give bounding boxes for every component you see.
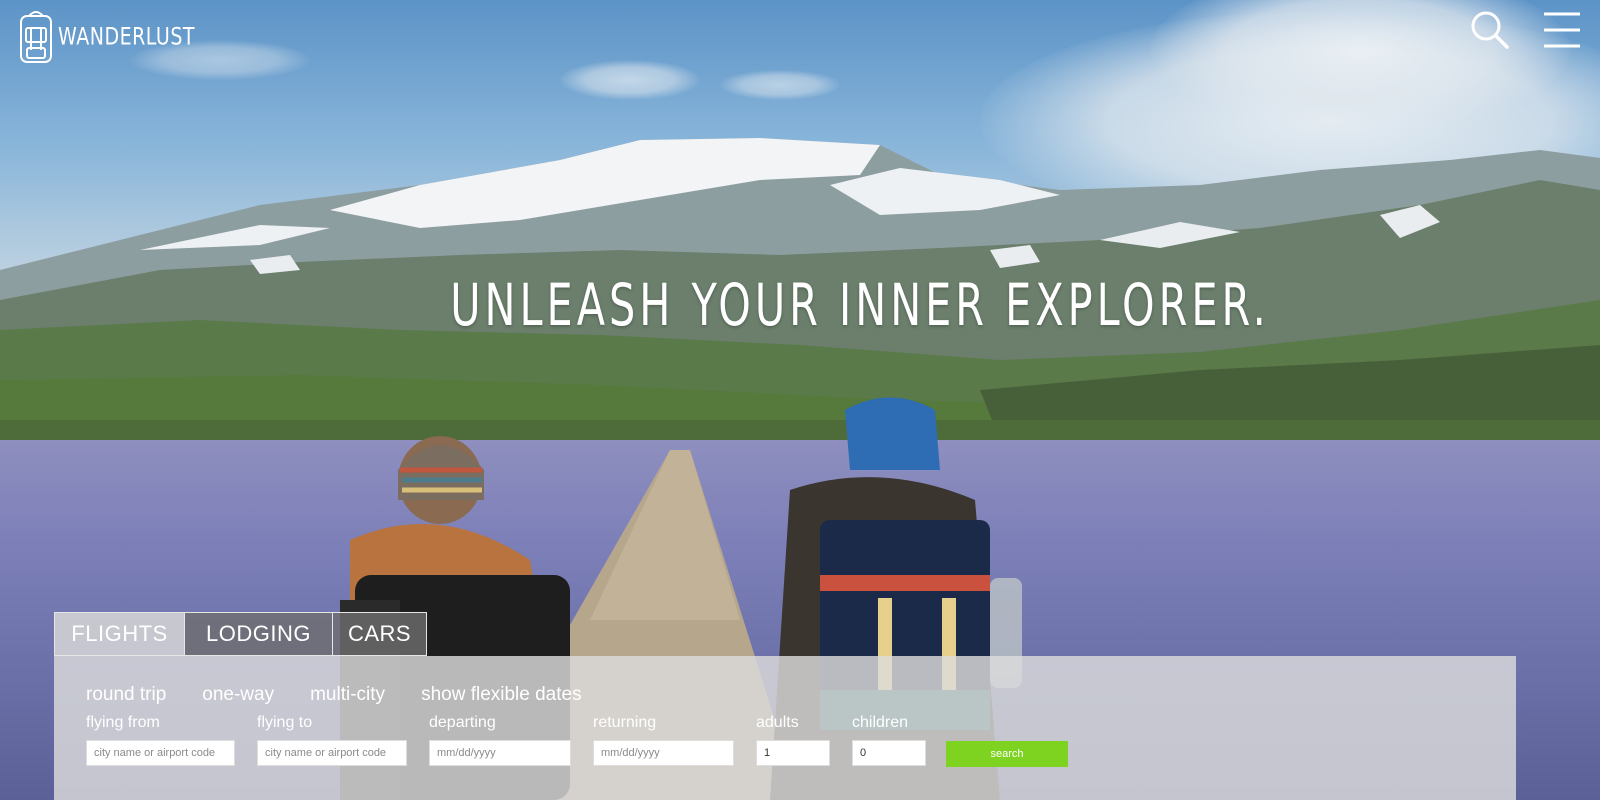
brand-logo[interactable]: WANDERLUST [18,10,195,64]
tab-flights[interactable]: FLIGHTS [54,612,185,656]
search-button[interactable] [1468,8,1512,52]
search-icon [1471,11,1509,49]
backpack-logo-icon [20,11,52,63]
flying-to-label: flying to [257,714,313,731]
trip-type-options: round trip one-way multi-city show flexi… [86,684,618,706]
departing-label: departing [429,714,496,731]
children-input[interactable] [852,740,926,766]
trip-round-trip[interactable]: round trip [86,684,166,706]
tab-cars[interactable]: CARS [333,612,427,656]
hamburger-menu-icon [1544,12,1580,48]
flying-from-input[interactable] [86,740,235,766]
returning-date-input[interactable] [593,740,734,766]
adults-label: adults [756,714,799,731]
menu-button[interactable] [1540,8,1584,52]
flight-search-panel: round trip one-way multi-city show flexi… [54,656,1516,800]
flying-to-input[interactable] [257,740,407,766]
show-flexible-dates[interactable]: show flexible dates [421,684,582,706]
returning-label: returning [593,714,657,731]
adults-input[interactable] [756,740,830,766]
hero-headline: UNLEASH YOUR INNER EXPLORER. [450,271,1270,339]
departing-date-input[interactable] [429,740,571,766]
trip-one-way[interactable]: one-way [202,684,274,706]
flying-from-label: flying from [86,714,160,731]
brand-name: WANDERLUST [58,23,196,51]
trip-multi-city[interactable]: multi-city [310,684,385,706]
tab-lodging[interactable]: LODGING [185,612,333,656]
children-label: children [852,714,909,731]
search-flights-button[interactable]: search [946,741,1068,767]
search-tabs: FLIGHTS LODGING CARS [54,612,427,656]
